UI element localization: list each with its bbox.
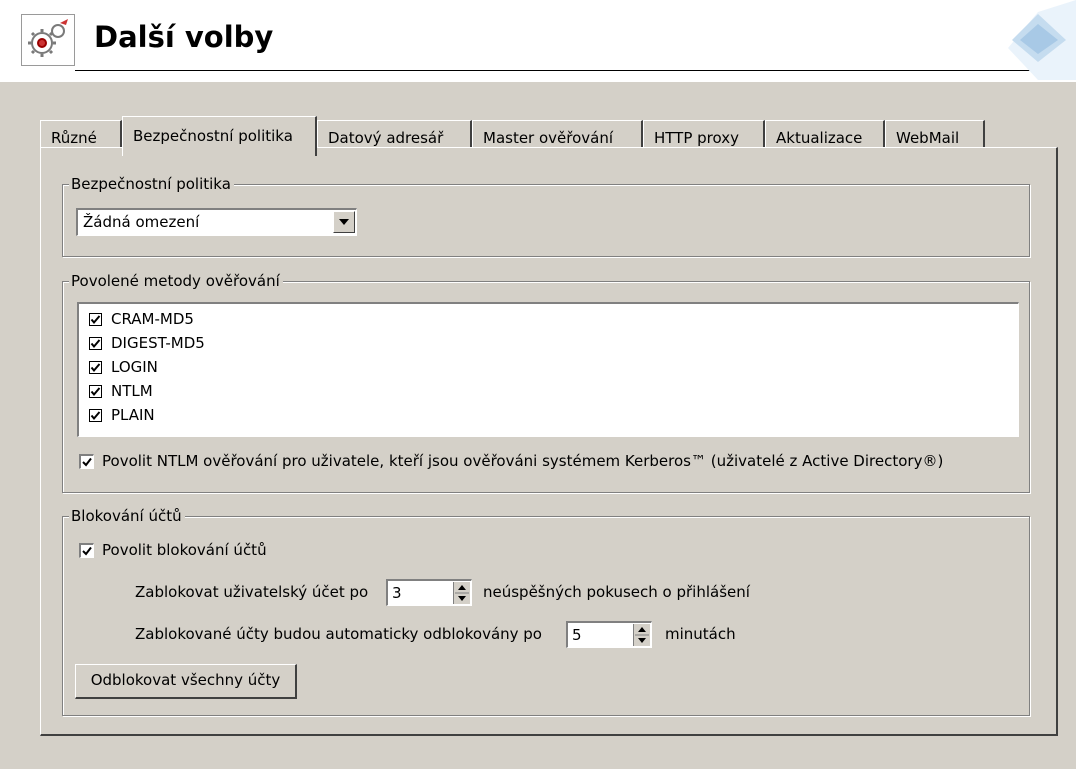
ntlm-kerberos-option[interactable]: Povolit NTLM ověřování pro uživatele, kt… [79, 452, 943, 470]
list-item-label: DIGEST-MD5 [111, 334, 205, 352]
settings-gears-icon [21, 14, 75, 66]
account-lock-legend: Blokování účtů [69, 506, 185, 526]
list-item-label: PLAIN [111, 406, 155, 424]
list-item-label: NTLM [111, 382, 153, 400]
page-title: Další volby [94, 20, 274, 54]
checkbox-checked-icon[interactable] [89, 408, 102, 422]
list-item[interactable]: DIGEST-MD5 [89, 331, 205, 355]
security-policy-legend: Bezpečnostní politika [69, 174, 234, 194]
tab-bezpecnostni-politika[interactable]: Bezpečnostní politika [122, 116, 317, 156]
page-header: Další volby [0, 0, 1076, 80]
enable-account-lock-option[interactable]: Povolit blokování účtů [79, 541, 267, 559]
spinner-arrows-icon[interactable] [633, 624, 650, 646]
unlock-after-label: Zablokované účty budou automaticky odblo… [135, 625, 542, 643]
unlock-after-suffix: minutách [665, 625, 736, 643]
list-item-label: CRAM-MD5 [111, 310, 194, 328]
unlock-after-minutes-spinner[interactable]: 5 [566, 621, 652, 648]
list-item[interactable]: CRAM-MD5 [89, 307, 194, 331]
security-policy-select[interactable]: Žádná omezení [76, 208, 357, 236]
auth-methods-list[interactable]: CRAM-MD5 DIGEST-MD5 LOGIN NTLM PLAIN [77, 302, 1019, 437]
list-item[interactable]: LOGIN [89, 355, 158, 379]
lock-after-label: Zablokovat uživatelský účet po [135, 583, 369, 601]
security-policy-selected: Žádná omezení [83, 213, 200, 231]
spinner-arrows-icon[interactable] [453, 582, 470, 604]
auth-methods-legend: Povolené metody ověřování [69, 271, 283, 291]
checkbox-checked-icon[interactable] [89, 384, 102, 398]
checkbox-checked-icon[interactable] [89, 336, 102, 350]
ntlm-kerberos-label: Povolit NTLM ověřování pro uživatele, kt… [102, 452, 944, 470]
enable-account-lock-checkbox[interactable] [79, 542, 94, 558]
list-item-label: LOGIN [111, 358, 158, 376]
lock-after-suffix: neúspěšných pokusech o přihlášení [483, 583, 750, 601]
ntlm-kerberos-checkbox[interactable] [79, 453, 94, 469]
dropdown-arrow-icon[interactable] [333, 211, 355, 233]
unlock-all-accounts-button[interactable]: Odblokovat všechny účty [75, 664, 297, 699]
checkbox-checked-icon[interactable] [89, 312, 102, 326]
lock-after-attempts-value[interactable]: 3 [392, 584, 402, 602]
unlock-after-minutes-value[interactable]: 5 [572, 626, 582, 644]
lock-after-attempts-spinner[interactable]: 3 [386, 579, 472, 606]
brand-corner-graphic [1008, 0, 1076, 80]
list-item[interactable]: PLAIN [89, 403, 155, 427]
enable-account-lock-label: Povolit blokování účtů [102, 541, 267, 559]
list-item[interactable]: NTLM [89, 379, 153, 403]
title-underline [75, 70, 1060, 71]
checkbox-checked-icon[interactable] [89, 360, 102, 374]
